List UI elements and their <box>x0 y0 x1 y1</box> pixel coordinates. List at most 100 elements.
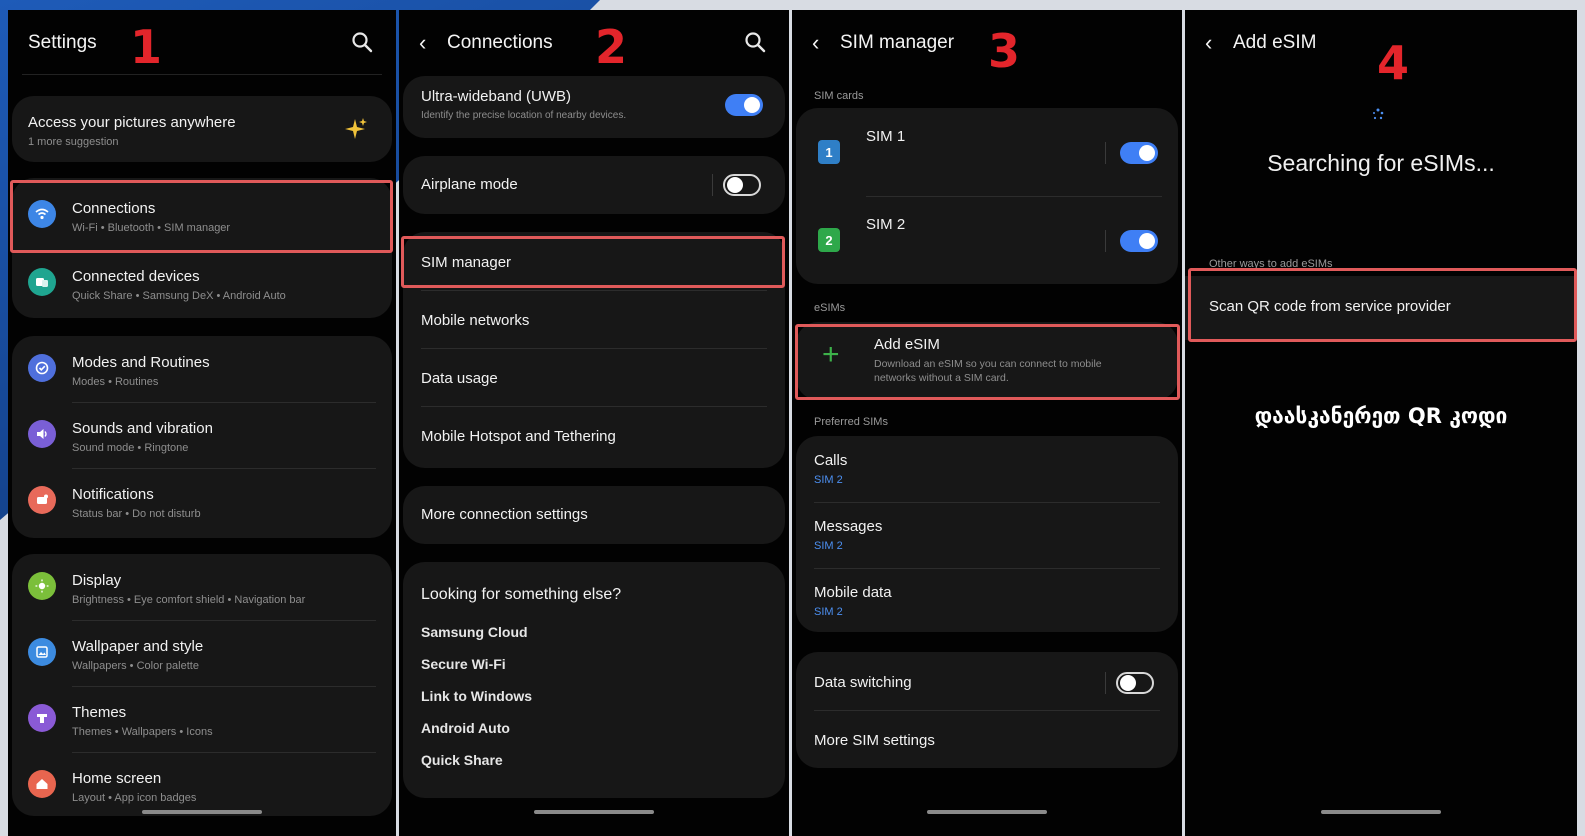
item-value: SIM 2 <box>814 606 843 618</box>
data-switching-row[interactable]: Data switching <box>796 652 1178 710</box>
settings-item-home-screen[interactable]: Home screen Layout • App icon badges <box>12 752 392 816</box>
settings-item-display[interactable]: Display Brightness • Eye comfort shield … <box>12 554 392 620</box>
sim-2-row[interactable]: 2 SIM 2 <box>796 196 1178 284</box>
menu-item-sim-manager[interactable]: SIM manager <box>403 232 785 290</box>
item-label: Messages <box>814 518 883 535</box>
section-other-ways: Other ways to add eSIMs <box>1209 258 1333 270</box>
settings-item-connected-devices[interactable]: Connected devices Quick Share • Samsung … <box>12 250 392 318</box>
item-label: Mobile Hotspot and Tethering <box>421 428 616 445</box>
back-arrow-icon[interactable]: ‹ <box>1205 32 1233 54</box>
item-sub: networks without a SIM card. <box>874 372 1009 384</box>
gesture-bar[interactable] <box>142 810 262 814</box>
more-connection-card: More connection settings <box>403 486 785 544</box>
item-label: Display <box>72 572 122 589</box>
airplane-toggle[interactable] <box>723 174 761 196</box>
menu-item-data-usage[interactable]: Data usage <box>403 348 785 406</box>
page-title: Add eSIM <box>1233 32 1317 53</box>
gesture-bar[interactable] <box>927 810 1047 814</box>
settings-item-themes[interactable]: Themes Themes • Wallpapers • Icons <box>12 686 392 752</box>
page-title: Connections <box>447 32 553 53</box>
settings-item-modes-routines[interactable]: Modes and Routines Modes • Routines <box>12 336 392 402</box>
link-secure-wifi[interactable]: Secure Wi-Fi <box>421 656 506 672</box>
back-arrow-icon[interactable]: ‹ <box>812 32 840 54</box>
modes-icon <box>28 354 56 382</box>
item-label: Sounds and vibration <box>72 420 213 437</box>
item-label: Data usage <box>421 370 498 387</box>
sim-manager-screen: ‹ SIM manager 3 SIM cards 1 SIM 1 2 SIM … <box>792 10 1182 836</box>
looking-card: Looking for something else? Samsung Clou… <box>403 562 785 798</box>
gesture-bar[interactable] <box>534 810 654 814</box>
search-icon[interactable] <box>743 30 767 54</box>
sim-2-badge-icon: 2 <box>818 228 840 252</box>
item-label: SIM 2 <box>866 216 906 233</box>
suggestion-title: Access your pictures anywhere <box>28 114 236 131</box>
step-number: 4 <box>1377 36 1410 90</box>
suggestion-card[interactable]: Access your pictures anywhere 1 more sug… <box>12 96 392 162</box>
more-sim-settings-row[interactable]: More SIM settings <box>796 710 1178 768</box>
uwb-toggle[interactable] <box>725 94 763 116</box>
display-icon <box>28 572 56 600</box>
settings-group-modes: Modes and Routines Modes • Routines Soun… <box>12 336 392 538</box>
sim-1-toggle[interactable] <box>1120 142 1158 164</box>
item-label: Add eSIM <box>874 336 940 353</box>
settings-item-sounds[interactable]: Sounds and vibration Sound mode • Ringto… <box>12 402 392 468</box>
add-esim-card: + Add eSIM Download an eSIM so you can c… <box>796 322 1178 400</box>
data-switching-toggle[interactable] <box>1116 672 1154 694</box>
link-windows[interactable]: Link to Windows <box>421 688 532 704</box>
sim-1-row[interactable]: 1 SIM 1 <box>796 108 1178 196</box>
item-label: Airplane mode <box>421 176 518 193</box>
section-sim-cards: SIM cards <box>814 90 864 102</box>
sound-icon <box>28 420 56 448</box>
header-divider <box>22 74 382 75</box>
gesture-bar[interactable] <box>1321 810 1441 814</box>
item-label: Mobile data <box>814 584 892 601</box>
item-sub: Status bar • Do not disturb <box>72 508 201 520</box>
item-label: More connection settings <box>421 506 588 523</box>
sim-2-toggle[interactable] <box>1120 230 1158 252</box>
page-title: Settings <box>28 32 97 53</box>
loading-spinner-icon <box>1373 108 1384 120</box>
menu-item-hotspot[interactable]: Mobile Hotspot and Tethering <box>403 406 785 464</box>
link-samsung-cloud[interactable]: Samsung Cloud <box>421 624 528 640</box>
back-arrow-icon[interactable]: ‹ <box>419 32 447 54</box>
settings-item-wallpaper[interactable]: Wallpaper and style Wallpapers • Color p… <box>12 620 392 686</box>
item-label: Notifications <box>72 486 154 503</box>
looking-title: Looking for something else? <box>421 586 622 603</box>
search-icon[interactable] <box>350 30 374 54</box>
searching-status: Searching for eSIMs... <box>1267 150 1495 176</box>
plus-icon: + <box>822 338 840 371</box>
item-sub: Brightness • Eye comfort shield • Naviga… <box>72 594 306 606</box>
item-sub: Modes • Routines <box>72 376 159 388</box>
link-android-auto[interactable]: Android Auto <box>421 720 510 736</box>
item-sub: Download an eSIM so you can connect to m… <box>874 358 1102 370</box>
settings-item-connections[interactable]: Connections Wi-Fi • Bluetooth • SIM mana… <box>12 178 392 248</box>
toggle-separator <box>1105 672 1106 694</box>
uwb-row[interactable]: Ultra-wideband (UWB) Identify the precis… <box>403 76 785 138</box>
sim-settings-card: Data switching More SIM settings <box>796 652 1178 768</box>
link-quick-share[interactable]: Quick Share <box>421 752 503 768</box>
item-value: SIM 2 <box>814 540 843 552</box>
notification-icon <box>28 486 56 514</box>
item-sub: Wallpapers • Color palette <box>72 660 199 672</box>
step-number: 3 <box>988 24 1021 78</box>
page-title: SIM manager <box>840 32 955 53</box>
preferred-mobile-data-row[interactable]: Mobile data SIM 2 <box>796 568 1178 632</box>
uwb-card: Ultra-wideband (UWB) Identify the precis… <box>403 76 785 138</box>
airplane-row[interactable]: Airplane mode <box>403 156 785 214</box>
preferred-calls-row[interactable]: Calls SIM 2 <box>796 436 1178 502</box>
scan-qr-row[interactable]: Scan QR code from service provider <box>1185 276 1577 340</box>
settings-header: Settings <box>8 26 396 60</box>
connections-header: ‹ Connections <box>399 26 789 60</box>
menu-item-mobile-networks[interactable]: Mobile networks <box>403 290 785 348</box>
settings-item-notifications[interactable]: Notifications Status bar • Do not distur… <box>12 468 392 534</box>
item-sub: Themes • Wallpapers • Icons <box>72 726 213 738</box>
item-label: Themes <box>72 704 127 721</box>
preferred-sims-card: Calls SIM 2 Messages SIM 2 Mobile data S… <box>796 436 1178 632</box>
preferred-messages-row[interactable]: Messages SIM 2 <box>796 502 1178 568</box>
devices-icon <box>28 268 56 296</box>
add-esim-row[interactable]: + Add eSIM Download an eSIM so you can c… <box>796 322 1178 400</box>
item-label: More SIM settings <box>814 732 935 749</box>
add-esim-screen: ‹ Add eSIM 4 Searching for eSIMs... Othe… <box>1185 10 1577 836</box>
step-number: 1 <box>130 20 163 74</box>
menu-item-more-connection[interactable]: More connection settings <box>403 486 785 544</box>
